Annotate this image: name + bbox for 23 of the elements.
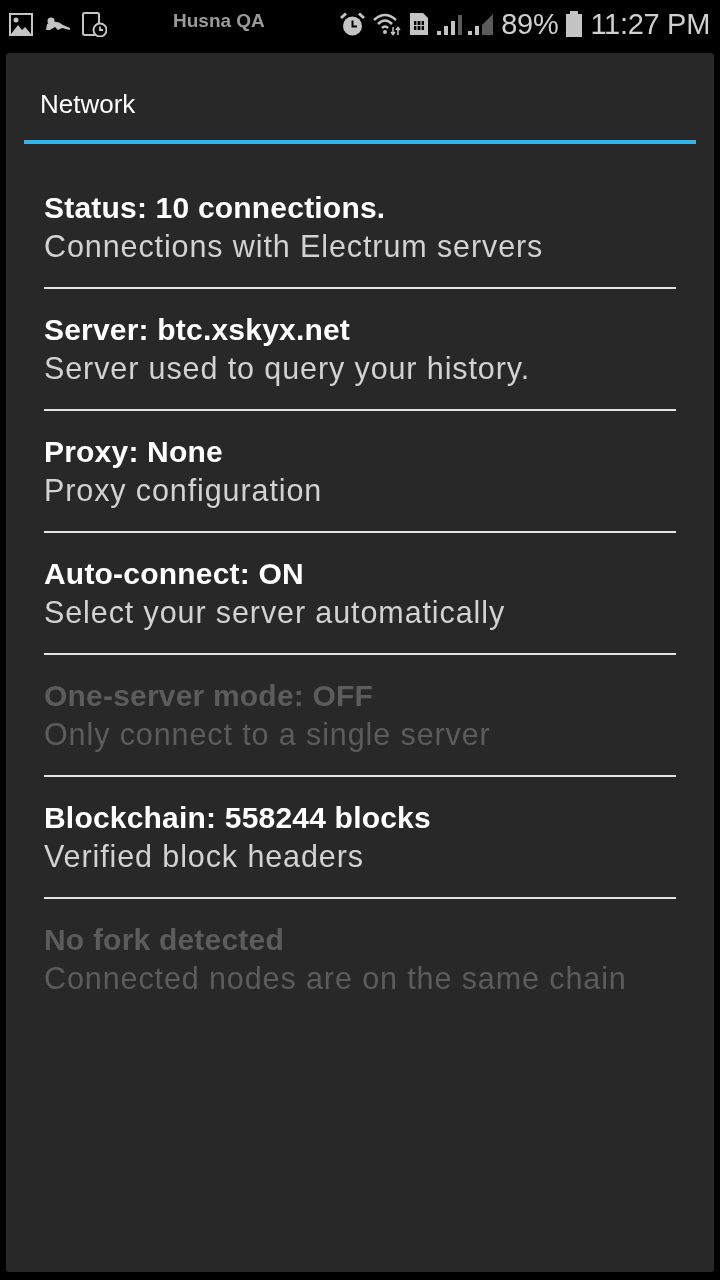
battery-percentage: 89%	[501, 7, 559, 41]
wifi-icon	[373, 12, 402, 36]
setting-summary: Verified block headers	[44, 838, 364, 875]
setting-title[interactable]: Proxy: None	[44, 433, 223, 471]
setting-summary: Server used to query your history.	[44, 350, 531, 387]
crawling-figure-icon	[44, 17, 71, 31]
tablet-clock-icon	[82, 11, 107, 37]
setting-title[interactable]: Server: btc.xskyx.net	[44, 311, 351, 349]
image-icon	[9, 12, 33, 36]
alarm-clock-icon	[340, 11, 366, 37]
sim-card-icon	[409, 12, 430, 36]
setting-summary: Connections with Electrum servers	[44, 228, 544, 265]
setting-title[interactable]: Blockchain: 558244 blocks	[44, 799, 431, 837]
battery-icon	[566, 11, 583, 37]
setting-summary: Proxy configuration	[44, 472, 323, 509]
setting-title[interactable]: Auto-connect: ON	[44, 555, 304, 593]
carrier-name: Husna QA	[173, 10, 265, 32]
dialog-title: Network	[40, 88, 136, 121]
signal-icon	[468, 13, 494, 35]
setting-title[interactable]: Status: 10 connections.	[44, 189, 386, 227]
setting-summary: Select your server automatically	[44, 594, 506, 631]
clock-time: 11:27 PM	[590, 7, 710, 41]
signal-icon	[437, 13, 463, 35]
